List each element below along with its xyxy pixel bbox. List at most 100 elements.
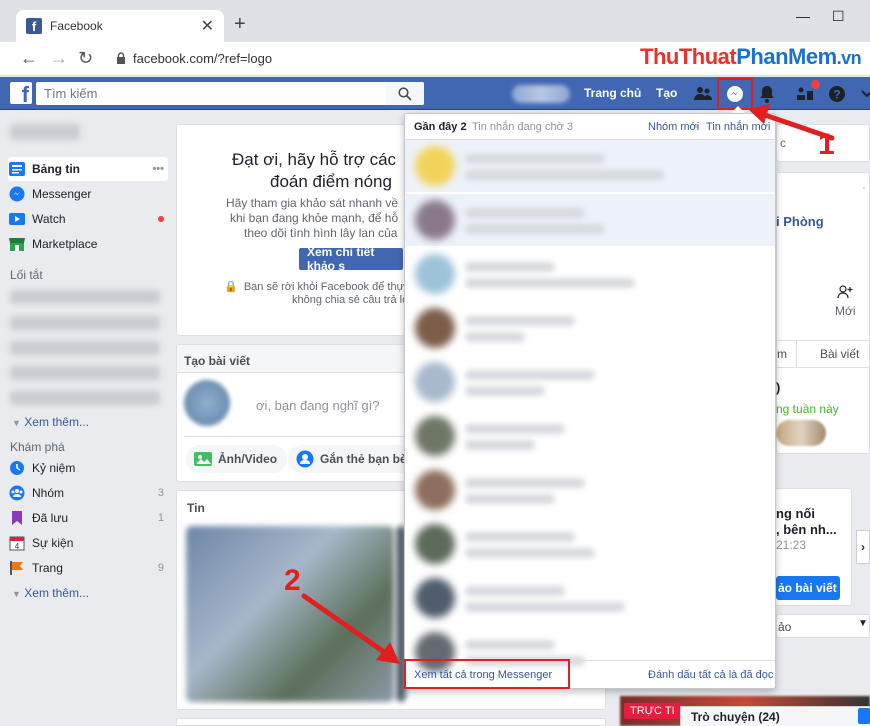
news-fragment[interactable]: ng nối bbox=[776, 506, 815, 521]
back-icon[interactable]: ← bbox=[20, 49, 38, 67]
chat-sidebar-toggle[interactable]: Trò chuyện (24) bbox=[680, 706, 870, 726]
conversation-row[interactable] bbox=[405, 302, 775, 354]
chevron-down-icon: ▼ bbox=[12, 418, 21, 428]
svg-text:4: 4 bbox=[15, 542, 20, 551]
sidebar-item-groups[interactable]: Nhóm 3 bbox=[8, 481, 168, 505]
stories-title: Tin bbox=[187, 501, 205, 515]
conversation-row[interactable] bbox=[405, 356, 775, 408]
avatar bbox=[415, 146, 455, 186]
facebook-logo-icon[interactable]: f bbox=[10, 82, 32, 104]
sidebar-item-events[interactable]: 4 Sự kiện bbox=[8, 531, 168, 555]
conversation-row[interactable] bbox=[405, 410, 775, 462]
sidebar-item-saved[interactable]: Đã lưu 1 bbox=[8, 506, 168, 530]
tag-friends-icon bbox=[296, 450, 314, 468]
sidebar-item-pages[interactable]: Trang 9 bbox=[8, 556, 168, 580]
browser-tab[interactable]: f Facebook ✕ bbox=[16, 10, 224, 42]
tag-friends-button[interactable]: Gắn thẻ bạn bè bbox=[288, 445, 417, 473]
new-label: Mới bbox=[835, 304, 856, 318]
friend-requests-icon[interactable] bbox=[692, 83, 714, 105]
annotation-step-1: 1 bbox=[818, 128, 835, 161]
composer-placeholder[interactable]: ơi, bạn đang nghĩ gì? bbox=[256, 398, 379, 413]
forward-icon[interactable]: → bbox=[50, 49, 68, 67]
sidebar-item-label: Marketplace bbox=[32, 237, 98, 251]
profile-name-blurred bbox=[10, 124, 80, 140]
conversation-row[interactable] bbox=[405, 140, 775, 192]
sidebar-item-count: 3 bbox=[157, 487, 164, 499]
facebook-favicon-icon: f bbox=[26, 18, 42, 34]
sidebar-item-watch[interactable]: Watch bbox=[8, 207, 168, 231]
tab-message-requests[interactable]: Tin nhắn đang chờ 3 bbox=[472, 121, 573, 133]
more-options-icon[interactable]: · bbox=[862, 180, 866, 194]
reload-icon[interactable]: ↻ bbox=[78, 49, 93, 67]
add-friend-icon[interactable] bbox=[837, 284, 853, 303]
page-name-fragment[interactable]: i Phòng bbox=[776, 214, 824, 229]
survey-text: khi bạn đang khỏe mạnh, để hỗ bbox=[230, 211, 399, 225]
chevron-down-icon: ▼ bbox=[12, 589, 21, 599]
sidebar-item-news-feed[interactable]: Bảng tin ••• bbox=[8, 157, 168, 181]
conversation-row[interactable] bbox=[405, 194, 775, 246]
shortcut-blurred[interactable] bbox=[10, 341, 160, 355]
shortcut-blurred[interactable] bbox=[10, 366, 160, 380]
conversation-row[interactable] bbox=[405, 464, 775, 516]
survey-note-line2: không chia sẻ câu trả lời bbox=[292, 294, 412, 306]
chevron-down-icon[interactable]: ▼ bbox=[858, 618, 868, 629]
tab-title: Facebook bbox=[50, 19, 103, 33]
calendar-icon: 4 bbox=[8, 534, 26, 552]
photo-video-button[interactable]: Ảnh/Video bbox=[186, 445, 288, 473]
conversation-row[interactable] bbox=[405, 518, 775, 570]
boost-post-button[interactable]: ảo bài viết bbox=[776, 576, 840, 600]
tab-recent[interactable]: Gần đây 2 bbox=[414, 121, 467, 133]
minimize-icon[interactable]: — bbox=[796, 8, 810, 24]
more-options-icon[interactable]: ••• bbox=[152, 163, 168, 175]
avatar bbox=[415, 470, 455, 510]
news-feed-icon bbox=[8, 160, 26, 178]
shortcut-blurred[interactable] bbox=[10, 290, 160, 304]
survey-note: 🔒 Bạn sẽ rời khỏi Facebook để thực bbox=[224, 281, 410, 293]
header-separator: · bbox=[695, 121, 699, 133]
search-input[interactable] bbox=[36, 82, 424, 105]
profile-link-blurred[interactable] bbox=[512, 85, 570, 103]
tab-close-icon[interactable]: ✕ bbox=[201, 16, 214, 36]
search-icon bbox=[398, 86, 412, 101]
nav-home-link[interactable]: Trang chủ bbox=[584, 86, 641, 100]
new-group-link[interactable]: Nhóm mới bbox=[648, 121, 699, 133]
nav-create-link[interactable]: Tạo bbox=[656, 86, 677, 100]
conversation-row[interactable] bbox=[405, 248, 775, 300]
avatar bbox=[415, 362, 455, 402]
shortcut-blurred[interactable] bbox=[10, 316, 160, 330]
shortcut-blurred[interactable] bbox=[10, 391, 160, 405]
chat-settings-icon[interactable] bbox=[858, 708, 870, 724]
see-more-explore-link[interactable]: ▼ Xem thêm... bbox=[12, 586, 89, 600]
sidebar-item-messenger[interactable]: Messenger bbox=[8, 182, 168, 206]
news-fragment[interactable]: , bên nh... bbox=[776, 522, 837, 537]
url-text[interactable]: facebook.com/?ref=logo bbox=[133, 51, 272, 66]
sidebar-item-label: Watch bbox=[32, 212, 66, 226]
see-more-shortcuts-link[interactable]: ▼ Xem thêm... bbox=[12, 415, 89, 429]
maximize-icon[interactable]: ☐ bbox=[832, 8, 845, 25]
sidebar-item-label: Messenger bbox=[32, 187, 92, 201]
survey-details-button[interactable]: Xem chi tiết khảo s bbox=[299, 248, 403, 270]
new-tab-icon[interactable]: + bbox=[234, 14, 246, 34]
conversation-row[interactable] bbox=[405, 572, 775, 624]
groups-icon bbox=[8, 484, 26, 502]
survey-title: Đạt ơi, hãy hỗ trợ các bbox=[232, 150, 397, 169]
right-fragment: ) bbox=[776, 380, 781, 395]
avatar[interactable] bbox=[184, 380, 230, 426]
watermark-logo: ThuThuatPhanMem.vn bbox=[640, 44, 862, 69]
tab-posts[interactable]: Bài viết bbox=[820, 347, 859, 361]
sidebar-item-marketplace[interactable]: Marketplace bbox=[8, 232, 168, 256]
search-button[interactable] bbox=[386, 82, 424, 105]
avatar bbox=[415, 578, 455, 618]
composer-title[interactable]: Tạo bài viết bbox=[184, 354, 250, 368]
highlight-box-see-all bbox=[404, 659, 570, 689]
sidebar-item-memories[interactable]: Kỷ niệm bbox=[8, 456, 168, 480]
survey-text: theo dõi tình hình lây lan của bbox=[244, 226, 398, 240]
friend-avatars[interactable] bbox=[776, 420, 826, 446]
avatar bbox=[415, 416, 455, 456]
mark-all-read-link[interactable]: Đánh dấu tất cả là đã đọc bbox=[648, 669, 773, 681]
account-menu-chevron-icon[interactable] bbox=[856, 83, 870, 105]
sidebar-item-label: Bảng tin bbox=[32, 162, 80, 176]
carousel-next-icon[interactable]: › bbox=[856, 530, 870, 564]
memories-clock-icon bbox=[8, 459, 26, 477]
tab-fragment[interactable]: m bbox=[777, 347, 787, 361]
